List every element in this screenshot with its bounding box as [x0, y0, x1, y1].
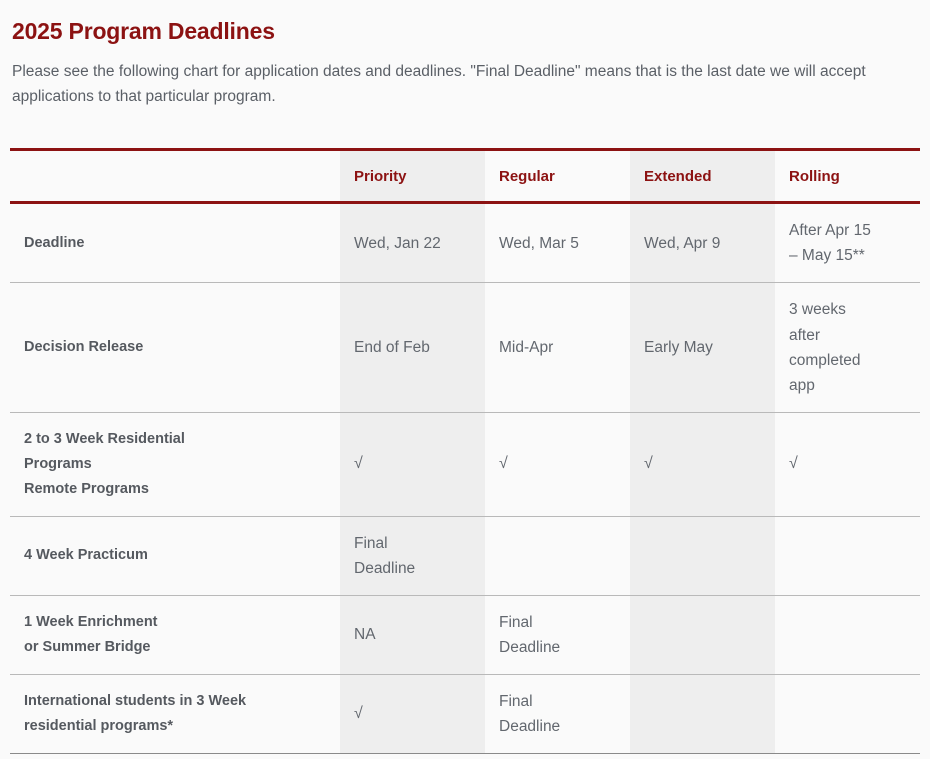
table-row: 2 to 3 Week ResidentialProgramsRemote Pr…	[10, 412, 920, 516]
table-row: International students in 3 Weekresident…	[10, 675, 920, 754]
table-cell	[775, 595, 920, 674]
deadlines-page: 2025 Program Deadlines Please see the fo…	[0, 18, 930, 759]
program-deadlines-table: PriorityRegularExtendedRolling Deadline W…	[10, 148, 920, 754]
table-cell: Early May	[630, 283, 775, 412]
row-label-line: 4 Week Practicum	[24, 543, 326, 568]
row-label: 2 to 3 Week ResidentialProgramsRemote Pr…	[10, 412, 340, 516]
table-row: 4 Week Practicum FinalDeadline	[10, 516, 920, 595]
table-cell-line: 3 weeks	[789, 297, 906, 322]
column-header-priority: Priority	[340, 150, 485, 203]
table-row: Deadline Wed, Jan 22 Wed, Mar 5 Wed, Apr 9 A…	[10, 203, 920, 283]
table-cell: NA	[340, 595, 485, 674]
table-cell: End of Feb	[340, 283, 485, 412]
checkmark-icon: √	[499, 451, 616, 477]
table-cell-line: After Apr 15	[789, 218, 906, 243]
intro-paragraph: Please see the following chart for appli…	[12, 59, 902, 109]
table-cell-line: after	[789, 323, 906, 348]
table-cell: Wed, Jan 22	[340, 203, 485, 283]
table-cell-line: Final	[499, 689, 616, 714]
table-cell	[485, 516, 630, 595]
row-label-line: Remote Programs	[24, 477, 326, 502]
table-row: 1 Week Enrichmentor Summer Bridge NA Final…	[10, 595, 920, 674]
row-label: International students in 3 Weekresident…	[10, 675, 340, 754]
row-label: Deadline	[10, 203, 340, 283]
table-cell: √	[630, 412, 775, 516]
table-cell: Wed, Apr 9	[630, 203, 775, 283]
table-cell: Wed, Mar 5	[485, 203, 630, 283]
table-cell: Mid-Apr	[485, 283, 630, 412]
column-header-corner	[10, 150, 340, 203]
table-cell-line: Mid-Apr	[499, 335, 616, 360]
checkmark-icon: √	[789, 451, 906, 477]
checkmark-icon: √	[354, 701, 471, 727]
table-cell: √	[340, 412, 485, 516]
table-cell: FinalDeadline	[340, 516, 485, 595]
table-cell-line: Final	[499, 610, 616, 635]
table-head: PriorityRegularExtendedRolling	[10, 150, 920, 203]
row-label-line: Deadline	[24, 231, 326, 256]
table-cell	[630, 595, 775, 674]
column-header-regular: Regular	[485, 150, 630, 203]
checkmark-icon: √	[644, 451, 761, 477]
page-title: 2025 Program Deadlines	[12, 18, 920, 45]
table-cell-line: Wed, Apr 9	[644, 231, 761, 256]
table-cell-line: Wed, Jan 22	[354, 231, 471, 256]
table-cell: √	[340, 675, 485, 754]
table-cell: After Apr 15– May 15**	[775, 203, 920, 283]
table-cell: 3 weeksaftercompletedapp	[775, 283, 920, 412]
row-label-line: or Summer Bridge	[24, 635, 326, 660]
row-label: 4 Week Practicum	[10, 516, 340, 595]
table-cell-line: app	[789, 373, 906, 398]
table-cell-line: Wed, Mar 5	[499, 231, 616, 256]
row-label-line: International students in 3 Week	[24, 689, 326, 714]
table-body: Deadline Wed, Jan 22 Wed, Mar 5 Wed, Apr 9 A…	[10, 203, 920, 754]
table-cell	[630, 516, 775, 595]
row-label: 1 Week Enrichmentor Summer Bridge	[10, 595, 340, 674]
table-cell	[630, 675, 775, 754]
table-cell-line: Early May	[644, 335, 761, 360]
column-header-rolling: Rolling	[775, 150, 920, 203]
row-label-line: 1 Week Enrichment	[24, 610, 326, 635]
table-cell-line: Deadline	[499, 714, 616, 739]
table-cell: √	[775, 412, 920, 516]
checkmark-icon: √	[354, 451, 471, 477]
table-cell-line: – May 15**	[789, 243, 906, 268]
table-row: Decision Release End of Feb Mid-Apr Early M…	[10, 283, 920, 412]
table-cell: √	[485, 412, 630, 516]
table-cell: FinalDeadline	[485, 675, 630, 754]
row-label: Decision Release	[10, 283, 340, 412]
table-header-row: PriorityRegularExtendedRolling	[10, 150, 920, 203]
table-cell-line: NA	[354, 622, 471, 647]
column-header-extended: Extended	[630, 150, 775, 203]
table-cell-line: End of Feb	[354, 335, 471, 360]
table-cell-line: Deadline	[354, 556, 471, 581]
row-label-line: Decision Release	[24, 335, 326, 360]
row-label-line: 2 to 3 Week Residential	[24, 427, 326, 452]
table-cell	[775, 675, 920, 754]
table-cell-line: Final	[354, 531, 471, 556]
row-label-line: residential programs*	[24, 714, 326, 739]
table-cell-line: Deadline	[499, 635, 616, 660]
row-label-line: Programs	[24, 452, 326, 477]
table-cell	[775, 516, 920, 595]
table-cell-line: completed	[789, 348, 906, 373]
table-cell: FinalDeadline	[485, 595, 630, 674]
